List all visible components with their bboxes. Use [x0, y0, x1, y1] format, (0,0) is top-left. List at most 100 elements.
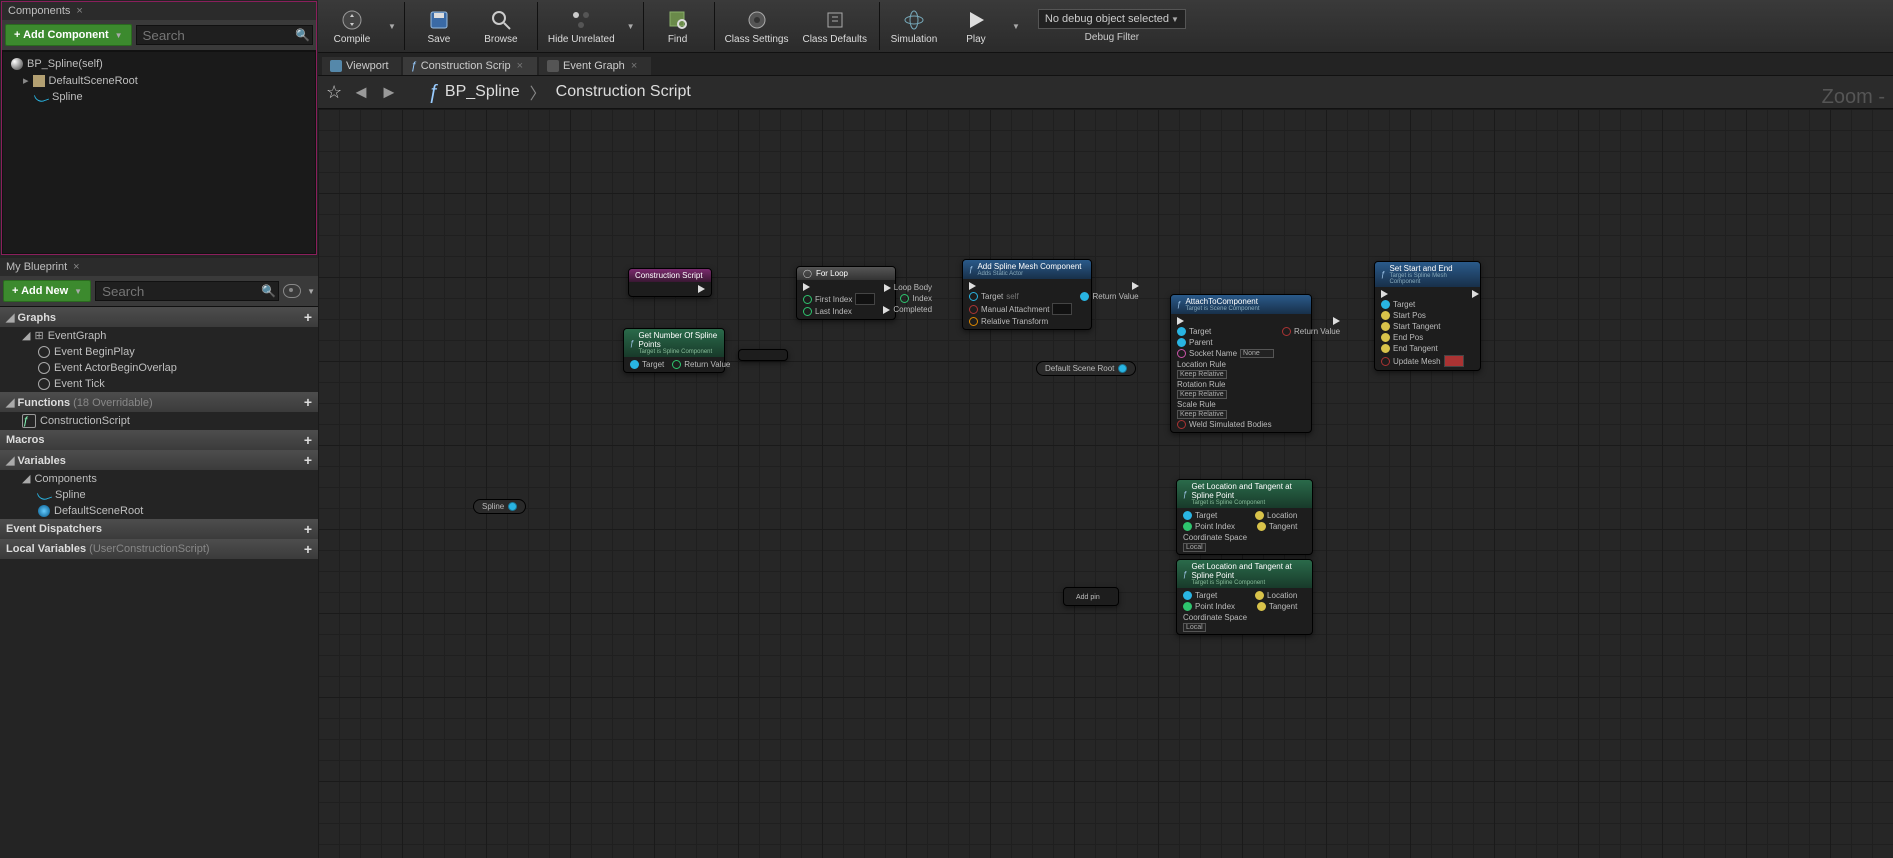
exec-pin-icon[interactable] [883, 306, 890, 314]
bool-pin-icon[interactable] [969, 305, 978, 314]
select-coord-space[interactable]: Local [1183, 543, 1206, 552]
compile-button[interactable]: Compile [324, 2, 380, 50]
select-location-rule[interactable]: Keep Relative [1177, 370, 1227, 379]
close-icon[interactable]: × [73, 261, 79, 273]
var-dsr-item[interactable]: DefaultSceneRoot [0, 503, 318, 519]
int-pin-icon[interactable] [1183, 602, 1192, 611]
section-macros[interactable]: Macros+ [0, 430, 318, 450]
exec-pin-icon[interactable] [1333, 317, 1340, 325]
exec-pin-icon[interactable] [884, 284, 891, 292]
node-add-int[interactable]: Add pin [1063, 587, 1119, 606]
find-button[interactable]: Find [650, 2, 706, 50]
browse-button[interactable]: Browse [473, 2, 529, 50]
tab-viewport[interactable]: Viewport [322, 57, 401, 75]
chevron-down-icon[interactable]: ▼ [627, 22, 635, 31]
struct-pin-icon[interactable] [969, 317, 978, 326]
select-coord-space[interactable]: Local [1183, 623, 1206, 632]
object-pin-icon[interactable] [1118, 364, 1127, 373]
socket-value[interactable]: None [1240, 349, 1274, 358]
exec-pin-icon[interactable] [1132, 282, 1139, 290]
myblueprint-panel-tab[interactable]: My Blueprint × [0, 258, 318, 276]
myblueprint-search-input[interactable] [95, 281, 279, 301]
exec-pin-icon[interactable] [1177, 317, 1184, 325]
class-settings-button[interactable]: Class Settings [721, 2, 793, 50]
object-pin-icon[interactable] [508, 502, 517, 511]
plus-icon[interactable]: + [304, 452, 312, 468]
constructionscript-item[interactable]: ƒConstructionScript [0, 412, 318, 430]
chevron-down-icon[interactable]: ▼ [388, 22, 396, 31]
object-pin-icon[interactable] [969, 292, 978, 301]
components-panel-tab[interactable]: Components × [2, 2, 316, 20]
bool-pin-icon[interactable] [1282, 327, 1291, 336]
node-graph-canvas[interactable]: Construction Script ◯For Loop First Inde… [318, 109, 1893, 858]
object-pin-icon[interactable] [1183, 591, 1192, 600]
hide-unrelated-button[interactable]: Hide Unrelated [544, 2, 619, 50]
node-get-loc-tangent-1[interactable]: ƒGet Location and Tangent at Spline Poin… [1176, 479, 1313, 555]
breadcrumb-cs[interactable]: Construction Script [556, 83, 691, 101]
vector-pin-icon[interactable] [1255, 511, 1264, 520]
object-pin-icon[interactable] [630, 360, 639, 369]
class-defaults-button[interactable]: Class Defaults [798, 2, 870, 50]
close-icon[interactable]: × [515, 60, 525, 72]
section-functions[interactable]: ◢ Functions (18 Overridable)+ [0, 392, 318, 412]
section-localvars[interactable]: Local Variables (UserConstructionScript)… [0, 539, 318, 559]
select-scale-rule[interactable]: Keep Relative [1177, 410, 1227, 419]
forward-icon[interactable]: ► [380, 82, 398, 103]
node-dsr-variable[interactable]: Default Scene Root [1036, 361, 1136, 376]
add-component-button[interactable]: + Add Component ▼ [5, 24, 132, 46]
int-pin-icon[interactable] [803, 295, 812, 304]
exec-pin-icon[interactable] [698, 285, 705, 293]
view-options-icon[interactable] [283, 284, 301, 298]
close-icon[interactable]: × [629, 60, 639, 72]
section-variables[interactable]: ◢ Variables+ [0, 450, 318, 470]
vector-pin-icon[interactable] [1381, 344, 1390, 353]
component-search-input[interactable] [136, 25, 313, 45]
exec-pin-icon[interactable] [1381, 290, 1388, 298]
add-new-button[interactable]: + Add New ▼ [3, 280, 91, 302]
plus-icon[interactable]: + [304, 394, 312, 410]
tab-eventgraph[interactable]: Event Graph× [539, 57, 651, 75]
object-pin-icon[interactable] [1381, 300, 1390, 309]
node-spline-variable[interactable]: Spline [473, 499, 526, 514]
var-spline-item[interactable]: Spline [0, 487, 318, 503]
int-pin-icon[interactable] [1183, 522, 1192, 531]
bool-pin-icon[interactable] [1177, 420, 1186, 429]
debug-object-select[interactable]: No debug object selected▼ [1038, 9, 1186, 29]
play-button[interactable]: Play [948, 2, 1004, 50]
comp-tree-root[interactable]: BP_Spline(self) [5, 56, 313, 72]
node-subtract[interactable] [738, 349, 788, 361]
vector-pin-icon[interactable] [1381, 333, 1390, 342]
node-construction-script[interactable]: Construction Script [628, 268, 712, 297]
node-get-loc-tangent-2[interactable]: ƒGet Location and Tangent at Spline Poin… [1176, 559, 1313, 635]
vector-pin-icon[interactable] [1255, 591, 1264, 600]
int-pin-icon[interactable] [900, 294, 909, 303]
back-icon[interactable]: ◄ [352, 82, 370, 103]
favorite-icon[interactable]: ☆ [326, 82, 342, 103]
breadcrumb-bp[interactable]: ƒBP_Spline [428, 81, 520, 104]
node-for-loop[interactable]: ◯For Loop First Index Last Index Loop Bo… [796, 266, 896, 320]
name-pin-icon[interactable] [1177, 349, 1186, 358]
plus-icon[interactable]: + [304, 521, 312, 537]
vector-pin-icon[interactable] [1257, 522, 1266, 531]
object-pin-icon[interactable] [1080, 292, 1089, 301]
eventgraph-item[interactable]: ◢⊞EventGraph [0, 327, 318, 344]
object-pin-icon[interactable] [1183, 511, 1192, 520]
event-beginplay[interactable]: Event BeginPlay [0, 344, 318, 360]
int-pin-icon[interactable] [803, 307, 812, 316]
var-components-item[interactable]: ◢Components [0, 470, 318, 487]
comp-tree-spline[interactable]: Spline [5, 89, 313, 105]
comp-tree-defaultsceneroot[interactable]: ▸DefaultSceneRoot [5, 72, 313, 89]
event-tick[interactable]: Event Tick [0, 376, 318, 392]
int-pin-icon[interactable] [672, 360, 681, 369]
select-rotation-rule[interactable]: Keep Relative [1177, 390, 1227, 399]
object-pin-icon[interactable] [1177, 327, 1186, 336]
exec-pin-icon[interactable] [969, 282, 976, 290]
close-icon[interactable]: × [76, 5, 82, 17]
plus-icon[interactable]: + [304, 541, 312, 557]
section-graphs[interactable]: ◢ Graphs+ [0, 307, 318, 327]
exec-pin-icon[interactable] [1472, 290, 1479, 298]
exec-pin-icon[interactable] [803, 283, 810, 291]
bool-pin-icon[interactable] [1381, 357, 1390, 366]
node-get-num-spline-points[interactable]: ƒGet Number Of Spline PointsTarget is Sp… [623, 328, 725, 373]
plus-icon[interactable]: + [304, 309, 312, 325]
